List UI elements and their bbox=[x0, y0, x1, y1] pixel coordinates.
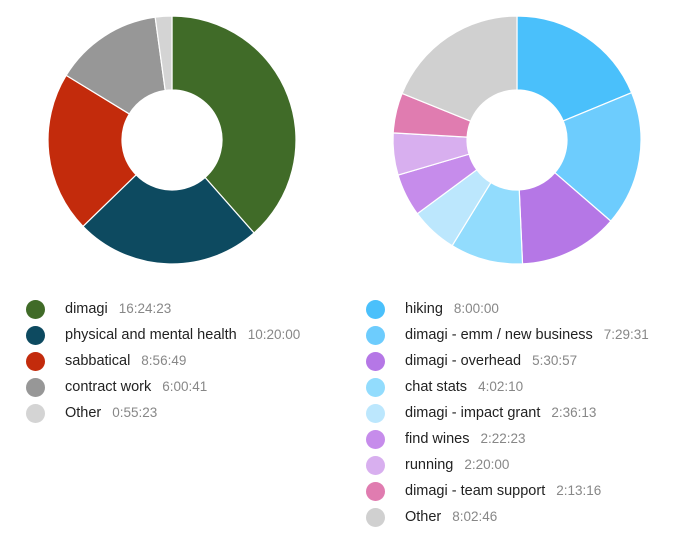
right-legend-label: hiking bbox=[405, 301, 443, 317]
left-legend-label: physical and mental health bbox=[65, 327, 237, 343]
right-legend-text: chat stats 4:02:10 bbox=[405, 379, 523, 395]
right-legend-label: dimagi - team support bbox=[405, 483, 546, 499]
right-donut-chart bbox=[344, 8, 688, 280]
right-legend-item[interactable]: find wines 2:22:23 bbox=[366, 426, 688, 452]
right-legend-text: hiking 8:00:00 bbox=[405, 301, 499, 317]
right-legend-swatch-icon bbox=[366, 455, 385, 475]
left-legend-text: physical and mental health 10:20:00 bbox=[65, 327, 300, 343]
left-legend-value: 6:00:41 bbox=[162, 379, 208, 394]
right-legend-swatch-icon bbox=[366, 299, 385, 319]
left-legend-text: sabbatical 8:56:49 bbox=[65, 353, 186, 369]
left-legend-text: Other 0:55:23 bbox=[65, 405, 157, 421]
right-legend-item[interactable]: hiking 8:00:00 bbox=[366, 296, 688, 322]
right-legend-text: Other 8:02:46 bbox=[405, 509, 497, 525]
right-legend-value: 2:22:23 bbox=[480, 431, 526, 446]
left-legend-swatch-icon bbox=[26, 351, 45, 371]
right-legend-label: find wines bbox=[405, 431, 470, 447]
left-legend-value: 16:24:23 bbox=[118, 301, 172, 316]
left-legend-label: dimagi bbox=[65, 301, 108, 317]
right-legend-swatch-icon bbox=[366, 481, 385, 501]
right-legend-swatch-icon bbox=[366, 507, 385, 527]
left-legend-swatch-icon bbox=[26, 377, 45, 397]
left-legend-value: 8:56:49 bbox=[141, 353, 187, 368]
right-legend-label: Other bbox=[405, 509, 442, 525]
left-legend-label: sabbatical bbox=[65, 353, 131, 369]
left-legend-value: 10:20:00 bbox=[247, 327, 301, 342]
right-donut-svg bbox=[392, 15, 642, 265]
left-legend-item[interactable]: physical and mental health 10:20:00 bbox=[26, 322, 370, 348]
right-legend-value: 7:29:31 bbox=[603, 327, 649, 342]
right-legend-item[interactable]: dimagi - impact grant 2:36:13 bbox=[366, 400, 688, 426]
right-legend-value: 8:00:00 bbox=[453, 301, 499, 316]
right-legend-item[interactable]: chat stats 4:02:10 bbox=[366, 374, 688, 400]
left-legend-text: contract work 6:00:41 bbox=[65, 379, 207, 395]
right-legend-item[interactable]: Other 8:02:46 bbox=[366, 504, 688, 530]
right-legend-item[interactable]: running 2:20:00 bbox=[366, 452, 688, 478]
right-legend-swatch-icon bbox=[366, 429, 385, 449]
left-legend-item[interactable]: contract work 6:00:41 bbox=[26, 374, 370, 400]
right-legend-label: chat stats bbox=[405, 379, 468, 395]
left-legend-swatch-icon bbox=[26, 299, 45, 319]
left-legend-swatch-icon bbox=[26, 325, 45, 345]
right-legend-text: find wines 2:22:23 bbox=[405, 431, 526, 447]
right-legend-text: running 2:20:00 bbox=[405, 457, 509, 473]
left-chart-legend: dimagi 16:24:23 physical and mental health… bbox=[26, 296, 370, 426]
right-legend-item[interactable]: dimagi - emm / new business 7:29:31 bbox=[366, 322, 688, 348]
right-legend-value: 2:20:00 bbox=[464, 457, 510, 472]
right-legend-text: dimagi - impact grant 2:36:13 bbox=[405, 405, 596, 421]
right-legend-label: dimagi - overhead bbox=[405, 353, 522, 369]
right-legend-text: dimagi - team support 2:13:16 bbox=[405, 483, 601, 499]
left-legend-swatch-icon bbox=[26, 403, 45, 423]
right-legend-value: 5:30:57 bbox=[532, 353, 578, 368]
left-donut-chart bbox=[0, 8, 344, 280]
right-legend-value: 4:02:10 bbox=[478, 379, 524, 394]
right-legend-swatch-icon bbox=[366, 377, 385, 397]
right-chart-legend: hiking 8:00:00 dimagi - emm / new business… bbox=[366, 296, 688, 530]
right-chart-panel: hiking 8:00:00 dimagi - emm / new business… bbox=[344, 0, 688, 542]
right-legend-label: dimagi - emm / new business bbox=[405, 327, 593, 343]
right-legend-swatch-icon bbox=[366, 351, 385, 371]
right-legend-value: 8:02:46 bbox=[452, 509, 498, 524]
right-legend-swatch-icon bbox=[366, 403, 385, 423]
right-legend-label: dimagi - impact grant bbox=[405, 405, 541, 421]
left-legend-label: Other bbox=[65, 405, 102, 421]
dual-donut-chart-page: dimagi 16:24:23 physical and mental health… bbox=[0, 0, 688, 542]
left-legend-label: contract work bbox=[65, 379, 152, 395]
right-legend-label: running bbox=[405, 457, 454, 473]
right-legend-value: 2:13:16 bbox=[556, 483, 602, 498]
right-legend-item[interactable]: dimagi - overhead 5:30:57 bbox=[366, 348, 688, 374]
left-legend-item[interactable]: Other 0:55:23 bbox=[26, 400, 370, 426]
left-legend-text: dimagi 16:24:23 bbox=[65, 301, 171, 317]
left-legend-value: 0:55:23 bbox=[112, 405, 158, 420]
right-legend-item[interactable]: dimagi - team support 2:13:16 bbox=[366, 478, 688, 504]
left-donut-svg bbox=[47, 15, 297, 265]
left-legend-item[interactable]: sabbatical 8:56:49 bbox=[26, 348, 370, 374]
left-legend-item[interactable]: dimagi 16:24:23 bbox=[26, 296, 370, 322]
right-legend-text: dimagi - overhead 5:30:57 bbox=[405, 353, 577, 369]
right-legend-value: 2:36:13 bbox=[551, 405, 597, 420]
right-legend-text: dimagi - emm / new business 7:29:31 bbox=[405, 327, 649, 343]
right-legend-swatch-icon bbox=[366, 325, 385, 345]
left-chart-panel: dimagi 16:24:23 physical and mental health… bbox=[0, 0, 344, 542]
